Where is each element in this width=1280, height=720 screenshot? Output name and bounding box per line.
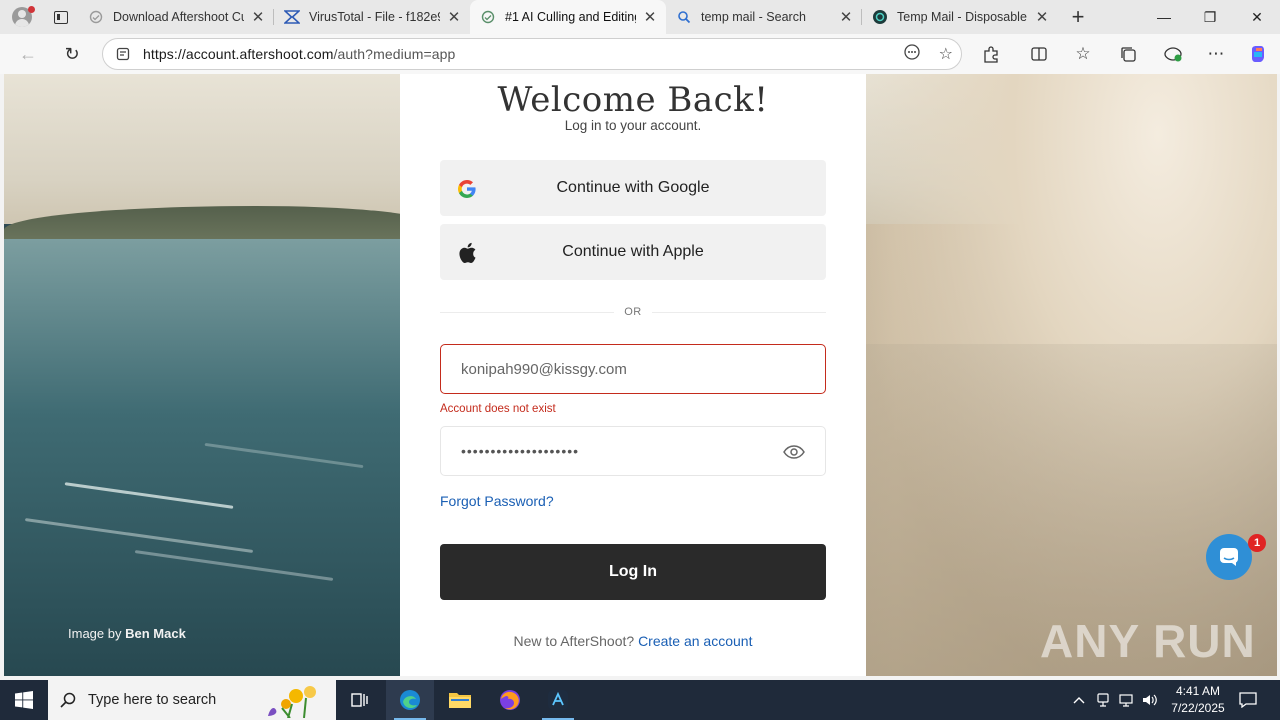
tab-title: Temp Mail - Disposable T	[897, 10, 1028, 24]
virustotal-icon	[284, 9, 300, 25]
network-icon[interactable]	[1116, 680, 1136, 720]
show-hidden-icons-button[interactable]	[1068, 680, 1090, 720]
extensions-icon[interactable]	[975, 38, 1007, 70]
windows-taskbar: Type here to search 4:41 AM 7/22/2025	[0, 680, 1280, 720]
taskbar-edge[interactable]	[386, 680, 434, 720]
clock-time: 4:41 AM	[1175, 684, 1221, 698]
browser-toolbar: ← ↻ https://account.aftershoot.com/auth?…	[0, 34, 1280, 74]
tab-actions-button[interactable]	[44, 0, 78, 34]
temp-mail-icon	[872, 9, 888, 25]
chat-support-button[interactable]	[1206, 534, 1252, 580]
tray-meeting-icon[interactable]	[1094, 680, 1112, 720]
task-view-icon	[351, 693, 368, 707]
forgot-password-link[interactable]: Forgot Password?	[440, 493, 554, 509]
new-tab-button[interactable]: +	[1058, 0, 1098, 34]
background-sea	[4, 239, 424, 676]
create-account-link[interactable]: Create an account	[638, 633, 752, 649]
aftershoot-app-icon	[548, 690, 568, 710]
windows-logo-icon	[15, 691, 33, 709]
tab-title: #1 AI Culling and Editing	[505, 10, 636, 24]
collections-icon[interactable]	[1112, 38, 1144, 70]
google-icon	[456, 178, 478, 200]
log-in-button[interactable]: Log In	[440, 544, 826, 600]
taskbar-firefox[interactable]	[486, 680, 534, 720]
email-error-message: Account does not exist	[440, 403, 556, 415]
tab-close-icon[interactable]: ✕	[250, 8, 266, 26]
page-subtitle: Log in to your account.	[564, 118, 702, 133]
email-value: konipah990@kissgy.com	[461, 360, 627, 378]
browser-essentials-icon[interactable]	[1157, 38, 1189, 70]
favorites-icon[interactable]: ☆	[1067, 38, 1099, 70]
firefox-icon	[500, 690, 520, 710]
page-viewport: Image by Ben Mack Welcome Back! Log in t…	[4, 74, 1277, 676]
minimize-button[interactable]: —	[1141, 0, 1187, 34]
tab-close-icon[interactable]: ✕	[838, 8, 854, 26]
taskbar-aftershoot[interactable]	[534, 680, 582, 720]
tab-close-icon[interactable]: ✕	[642, 8, 658, 26]
search-highlight-flowers-icon	[268, 686, 317, 718]
search-icon	[676, 9, 692, 25]
photo-credit: Image by Ben Mack	[68, 626, 186, 641]
password-input[interactable]: ••••••••••••••••••••	[440, 426, 826, 476]
favorite-star-icon[interactable]: ☆	[939, 44, 953, 64]
refresh-button[interactable]: ↻	[56, 38, 88, 70]
volume-icon[interactable]	[1140, 680, 1160, 720]
tab-secure-icon	[480, 9, 496, 25]
close-window-button[interactable]: ✕	[1234, 0, 1280, 34]
chat-bubble-icon	[1220, 548, 1238, 566]
tab-title: Download Aftershoot Cul	[113, 10, 244, 24]
tab-loading-icon	[88, 9, 104, 25]
page-title: Welcome Back!	[497, 80, 769, 120]
tab-aftershoot-active[interactable]: #1 AI Culling and Editing ✕	[470, 0, 666, 34]
profile-button[interactable]	[0, 0, 44, 34]
settings-more-icon[interactable]: ⋯	[1200, 38, 1232, 70]
tab-virustotal[interactable]: VirusTotal - File - f182e96 ✕	[274, 0, 470, 34]
copilot-icon[interactable]	[1242, 38, 1274, 70]
email-input[interactable]: konipah990@kissgy.com	[440, 344, 826, 394]
taskbar-search-placeholder: Type here to search	[88, 692, 217, 708]
edge-icon	[400, 690, 420, 710]
apple-icon	[456, 242, 478, 264]
url-text: https://account.aftershoot.com/auth?medi…	[143, 46, 456, 62]
reader-icon[interactable]	[903, 43, 921, 66]
chevron-up-icon	[1073, 697, 1085, 704]
taskbar-file-explorer[interactable]	[436, 680, 484, 720]
profile-notification-dot	[28, 6, 35, 13]
tab-temp-mail-search[interactable]: temp mail - Search ✕	[666, 0, 862, 34]
show-password-eye-icon[interactable]	[783, 441, 805, 463]
notification-icon	[1239, 692, 1257, 708]
restore-button[interactable]: ❐	[1187, 0, 1233, 34]
tab-title: VirusTotal - File - f182e96	[309, 10, 440, 24]
continue-with-apple-button[interactable]: Continue with Apple	[440, 224, 826, 280]
split-screen-icon[interactable]	[1023, 38, 1055, 70]
start-button[interactable]	[0, 680, 48, 720]
google-button-label: Continue with Google	[556, 179, 710, 196]
signup-prompt: New to AfterShoot? Create an account	[513, 633, 753, 649]
login-card: Welcome Back! Log in to your account. Co…	[400, 74, 866, 676]
password-value: ••••••••••••••••••••	[461, 443, 580, 459]
browser-tab-bar: Download Aftershoot Cul ✕ VirusTotal - F…	[0, 0, 1280, 34]
tab-temp-mail[interactable]: Temp Mail - Disposable T ✕	[862, 0, 1058, 34]
or-divider: OR	[440, 305, 826, 319]
search-icon	[60, 692, 76, 708]
chat-unread-badge: 1	[1248, 534, 1266, 552]
tab-close-icon[interactable]: ✕	[1034, 8, 1050, 26]
taskbar-clock[interactable]: 4:41 AM 7/22/2025	[1160, 683, 1236, 717]
address-bar[interactable]: https://account.aftershoot.com/auth?medi…	[102, 38, 962, 70]
continue-with-google-button[interactable]: Continue with Google	[440, 160, 826, 216]
tab-close-icon[interactable]: ✕	[446, 8, 462, 26]
tab-title: temp mail - Search	[701, 10, 806, 24]
back-button[interactable]: ←	[12, 38, 44, 70]
clock-date: 7/22/2025	[1171, 701, 1225, 715]
site-info-icon[interactable]	[103, 46, 143, 62]
apple-button-label: Continue with Apple	[562, 243, 704, 260]
task-view-button[interactable]	[336, 680, 384, 720]
taskbar-search-box[interactable]: Type here to search	[48, 680, 336, 720]
notifications-button[interactable]	[1236, 680, 1260, 720]
folder-icon	[449, 693, 471, 708]
tab-actions-icon	[54, 10, 68, 24]
anyrun-watermark: ANY RUN	[1040, 615, 1256, 667]
tab-download-aftershoot[interactable]: Download Aftershoot Cul ✕	[78, 0, 274, 34]
